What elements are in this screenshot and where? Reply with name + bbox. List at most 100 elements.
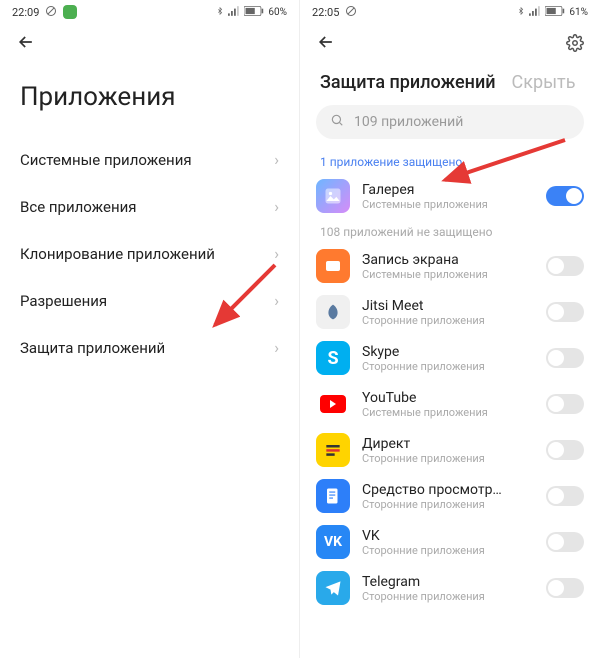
tabs: Защита приложений Скрыть bbox=[300, 66, 600, 105]
apps-settings-screen: 22:09 60% bbox=[0, 0, 300, 658]
app-indicator-icon bbox=[63, 5, 77, 19]
status-time: 22:05 bbox=[312, 6, 339, 19]
app-text: Средство просмотр…Сторонние приложения bbox=[362, 482, 534, 511]
tab-protection[interactable]: Защита приложений bbox=[320, 72, 496, 93]
app-row: ГалереяСистемные приложения bbox=[300, 173, 600, 219]
app-text: TelegramСторонние приложения bbox=[362, 574, 534, 603]
settings-menu: Системные приложения › Все приложения › Клон… bbox=[0, 136, 299, 371]
app-name: Jitsi Meet bbox=[362, 298, 534, 314]
app-row: VKVKСторонние приложения bbox=[300, 519, 600, 565]
section-unprotected: 108 приложений не защищено bbox=[300, 219, 600, 243]
dnd-icon bbox=[345, 5, 357, 20]
app-subtitle: Сторонние приложения bbox=[362, 452, 534, 465]
protection-toggle[interactable] bbox=[546, 186, 584, 206]
viewer-icon bbox=[316, 479, 350, 513]
telegram-icon bbox=[316, 571, 350, 605]
back-icon[interactable] bbox=[16, 32, 36, 58]
app-protection-screen: 22:05 61% bbox=[300, 0, 600, 658]
menu-item-label: Клонирование приложений bbox=[20, 245, 215, 263]
app-text: SkypeСторонние приложения bbox=[362, 344, 534, 373]
settings-menu-item[interactable]: Разрешения › bbox=[0, 277, 299, 324]
status-bar: 22:05 61% bbox=[300, 0, 600, 24]
record-icon bbox=[316, 249, 350, 283]
status-time: 22:09 bbox=[12, 6, 39, 19]
app-name: Skype bbox=[362, 344, 534, 360]
chevron-right-icon: › bbox=[274, 197, 279, 216]
app-text: ДиректСторонние приложения bbox=[362, 436, 534, 465]
signal-icon bbox=[228, 6, 240, 19]
protection-toggle[interactable] bbox=[546, 302, 584, 322]
search-placeholder: 109 приложений bbox=[354, 114, 463, 130]
gear-icon[interactable] bbox=[566, 34, 584, 57]
app-row: TelegramСторонние приложения bbox=[300, 565, 600, 611]
protected-apps-list: ГалереяСистемные приложения bbox=[300, 173, 600, 219]
tab-hide[interactable]: Скрыть bbox=[512, 72, 576, 93]
vk-icon: VK bbox=[316, 525, 350, 559]
battery-percent: 60% bbox=[268, 7, 287, 18]
app-name: VK bbox=[362, 528, 534, 544]
app-subtitle: Сторонние приложения bbox=[362, 544, 534, 557]
status-bar: 22:09 60% bbox=[0, 0, 299, 24]
youtube-icon bbox=[316, 387, 350, 421]
app-name: Telegram bbox=[362, 574, 534, 590]
dnd-icon bbox=[45, 5, 57, 20]
menu-item-label: Защита приложений bbox=[20, 339, 165, 357]
app-text: Запись экранаСистемные приложения bbox=[362, 252, 534, 281]
battery-icon bbox=[545, 6, 565, 19]
app-row: S SkypeСторонние приложения bbox=[300, 335, 600, 381]
back-icon[interactable] bbox=[316, 32, 336, 58]
battery-icon bbox=[244, 6, 264, 19]
bluetooth-icon bbox=[517, 5, 525, 20]
unprotected-apps-list: Запись экранаСистемные приложенияJitsi M… bbox=[300, 243, 600, 611]
protection-toggle[interactable] bbox=[546, 348, 584, 368]
settings-menu-item[interactable]: Клонирование приложений› bbox=[0, 230, 299, 277]
app-text: ГалереяСистемные приложения bbox=[362, 182, 534, 211]
app-name: Средство просмотр… bbox=[362, 482, 534, 498]
search-icon bbox=[330, 113, 344, 131]
battery-percent: 61% bbox=[569, 7, 588, 18]
topbar bbox=[300, 24, 600, 66]
app-row: YouTubeСистемные приложения bbox=[300, 381, 600, 427]
app-row: Jitsi MeetСторонние приложения bbox=[300, 289, 600, 335]
menu-item-label: Все приложения bbox=[20, 198, 137, 216]
app-text: Jitsi MeetСторонние приложения bbox=[362, 298, 534, 327]
app-subtitle: Сторонние приложения bbox=[362, 360, 534, 373]
app-subtitle: Сторонние приложения bbox=[362, 590, 534, 603]
bluetooth-icon bbox=[216, 5, 224, 20]
protection-toggle[interactable] bbox=[546, 532, 584, 552]
app-text: YouTubeСистемные приложения bbox=[362, 390, 534, 419]
settings-menu-item[interactable]: Системные приложения › bbox=[0, 136, 299, 183]
menu-item-label: Разрешения bbox=[20, 292, 107, 310]
app-subtitle: Сторонние приложения bbox=[362, 314, 534, 327]
chevron-right-icon: › bbox=[274, 338, 279, 357]
app-subtitle: Системные приложения bbox=[362, 268, 534, 281]
protection-toggle[interactable] bbox=[546, 394, 584, 414]
protection-toggle[interactable] bbox=[546, 578, 584, 598]
protection-toggle[interactable] bbox=[546, 256, 584, 276]
gallery-icon bbox=[316, 179, 350, 213]
app-name: Галерея bbox=[362, 182, 534, 198]
settings-menu-item[interactable]: Все приложения › bbox=[0, 183, 299, 230]
skype-icon: S bbox=[316, 341, 350, 375]
app-row: ДиректСторонние приложения bbox=[300, 427, 600, 473]
direct-icon bbox=[316, 433, 350, 467]
app-name: Директ bbox=[362, 436, 534, 452]
jitsi-icon bbox=[316, 295, 350, 329]
signal-icon bbox=[529, 6, 541, 19]
app-subtitle: Системные приложения bbox=[362, 198, 534, 211]
app-row: Средство просмотр…Сторонние приложения bbox=[300, 473, 600, 519]
page-title: Приложения bbox=[0, 66, 299, 136]
app-name: YouTube bbox=[362, 390, 534, 406]
settings-menu-item[interactable]: Защита приложений › bbox=[0, 324, 299, 371]
protection-toggle[interactable] bbox=[546, 486, 584, 506]
menu-item-label: Системные приложения bbox=[20, 151, 192, 169]
app-name: Запись экрана bbox=[362, 252, 534, 268]
app-subtitle: Системные приложения bbox=[362, 406, 534, 419]
chevron-right-icon: › bbox=[274, 150, 279, 169]
app-subtitle: Сторонние приложения bbox=[362, 498, 534, 511]
app-row: Запись экранаСистемные приложения bbox=[300, 243, 600, 289]
search-input[interactable]: 109 приложений bbox=[316, 105, 584, 139]
section-protected: 1 приложение защищено bbox=[300, 149, 600, 173]
chevron-right-icon: › bbox=[274, 291, 279, 310]
protection-toggle[interactable] bbox=[546, 440, 584, 460]
